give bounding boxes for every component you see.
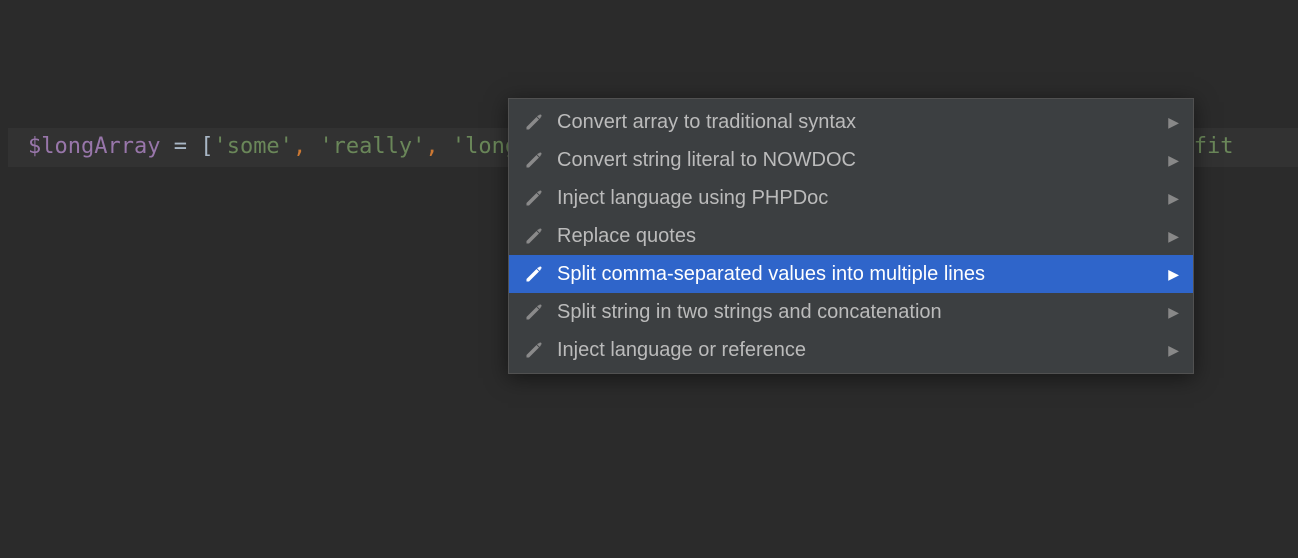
chevron-right-icon: ▶ xyxy=(1168,228,1179,245)
code-string: 'really' xyxy=(319,134,425,159)
intention-icon xyxy=(523,187,545,209)
intention-actions-menu[interactable]: Convert array to traditional syntax ▶ Co… xyxy=(508,98,1194,374)
chevron-right-icon: ▶ xyxy=(1168,190,1179,207)
intention-icon xyxy=(523,111,545,133)
code-comma: , xyxy=(425,134,438,159)
menu-label: Replace quotes xyxy=(557,225,1156,248)
menu-item-inject-phpdoc[interactable]: Inject language using PHPDoc ▶ xyxy=(509,179,1193,217)
chevron-right-icon: ▶ xyxy=(1168,342,1179,359)
menu-label: Inject language using PHPDoc xyxy=(557,187,1156,210)
code-bracket: [ xyxy=(200,134,213,159)
menu-item-convert-nowdoc[interactable]: Convert string literal to NOWDOC ▶ xyxy=(509,141,1193,179)
menu-label: Split comma-separated values into multip… xyxy=(557,263,1156,286)
menu-label: Split string in two strings and concaten… xyxy=(557,301,1156,324)
code-variable: $longArray xyxy=(28,134,160,159)
intention-icon xyxy=(523,263,545,285)
code-string: 'some' xyxy=(213,134,292,159)
menu-item-convert-array[interactable]: Convert array to traditional syntax ▶ xyxy=(509,103,1193,141)
intention-icon xyxy=(523,339,545,361)
menu-label: Inject language or reference xyxy=(557,339,1156,362)
menu-item-inject-language[interactable]: Inject language or reference ▶ xyxy=(509,331,1193,369)
intention-icon xyxy=(523,149,545,171)
editor-top-bar xyxy=(0,0,1298,64)
intention-icon xyxy=(523,301,545,323)
menu-item-replace-quotes[interactable]: Replace quotes ▶ xyxy=(509,217,1193,255)
code-operator: = xyxy=(160,134,200,159)
chevron-right-icon: ▶ xyxy=(1168,114,1179,131)
menu-item-split-comma[interactable]: Split comma-separated values into multip… xyxy=(509,255,1193,293)
chevron-right-icon: ▶ xyxy=(1168,152,1179,169)
menu-label: Convert string literal to NOWDOC xyxy=(557,149,1156,172)
menu-item-split-string[interactable]: Split string in two strings and concaten… xyxy=(509,293,1193,331)
chevron-right-icon: ▶ xyxy=(1168,266,1179,283)
intention-icon xyxy=(523,225,545,247)
chevron-right-icon: ▶ xyxy=(1168,304,1179,321)
code-comma: , xyxy=(293,134,306,159)
menu-label: Convert array to traditional syntax xyxy=(557,111,1156,134)
